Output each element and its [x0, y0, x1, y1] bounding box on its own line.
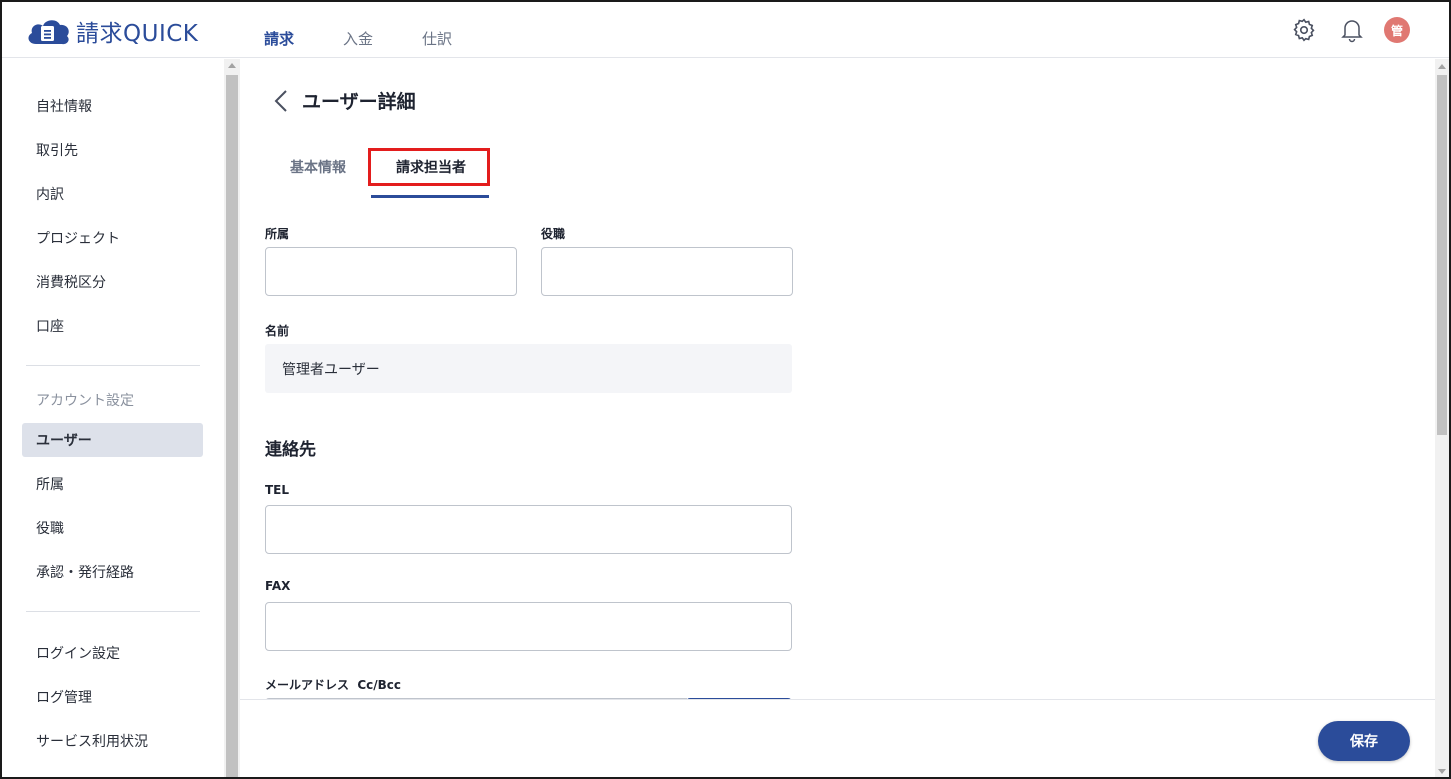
sidebar-item-affiliation[interactable]: 所属: [22, 467, 203, 501]
sidebar-item-breakdown[interactable]: 内訳: [22, 177, 203, 211]
position-field[interactable]: [541, 247, 793, 296]
sidebar-item-tax-category[interactable]: 消費税区分: [22, 265, 203, 299]
app-logo[interactable]: 請求QUICK: [24, 14, 198, 48]
tel-label: TEL: [265, 483, 290, 497]
sidebar-item-login-settings[interactable]: ログイン設定: [22, 636, 203, 670]
app-logo-text: 請求QUICK: [76, 21, 199, 47]
sidebar-item-company-info[interactable]: 自社情報: [22, 89, 203, 123]
sidebar-heading-account-settings: アカウント設定: [36, 393, 134, 409]
sidebar-item-projects[interactable]: プロジェクト: [22, 221, 203, 255]
active-tab-indicator: [371, 195, 489, 198]
tab-basic-info[interactable]: 基本情報: [290, 157, 346, 177]
tel-field[interactable]: [265, 505, 792, 554]
sidebar-item-users[interactable]: ユーザー: [22, 423, 203, 457]
fax-label: FAX: [265, 579, 291, 593]
contact-section-title: 連絡先: [265, 440, 316, 460]
sidebar-item-accounts[interactable]: 口座: [22, 309, 203, 343]
nav-payment[interactable]: 入金: [343, 28, 373, 49]
sidebar: 自社情報 取引先 内訳 プロジェクト 消費税区分 口座 アカウント設定 ユーザー…: [2, 59, 224, 777]
user-avatar[interactable]: 管: [1384, 17, 1410, 43]
main-content: ユーザー詳細 基本情報 請求担当者 所属 役職 名前 管理者ユーザー 連絡先 T…: [240, 59, 1435, 708]
cloud-document-logo-icon: [28, 20, 69, 45]
affiliation-label: 所属: [265, 227, 290, 241]
top-header: 請求QUICK 請求 入金 仕訳 管: [2, 2, 1449, 58]
notification-bell-icon[interactable]: [1338, 16, 1366, 44]
scroll-up-arrow-icon[interactable]: [228, 63, 236, 68]
sidebar-item-log-management[interactable]: ログ管理: [22, 680, 203, 714]
nav-billing[interactable]: 請求: [264, 28, 294, 49]
sidebar-scrollbar-thumb[interactable]: [226, 75, 238, 777]
settings-gear-icon[interactable]: [1290, 16, 1318, 44]
sidebar-divider: [26, 365, 200, 366]
back-chevron-icon[interactable]: [271, 88, 291, 114]
main-scrollbar[interactable]: [1435, 59, 1449, 777]
fax-field[interactable]: [265, 602, 792, 651]
tab-billing-contact[interactable]: 請求担当者: [396, 157, 466, 177]
sidebar-item-positions[interactable]: 役職: [22, 511, 203, 545]
footer-bar: 保存: [240, 699, 1435, 777]
sidebar-divider: [26, 611, 200, 612]
sidebar-item-clients[interactable]: 取引先: [22, 133, 203, 167]
position-label: 役職: [541, 227, 566, 241]
page-title: ユーザー詳細: [302, 91, 416, 113]
sidebar-item-service-usage[interactable]: サービス利用状況: [22, 724, 203, 758]
app-window: 請求QUICK 請求 入金 仕訳 管 自社情報 取引先 内訳 プロジェクト 消費…: [0, 0, 1451, 779]
name-value: 管理者ユーザー: [265, 344, 792, 393]
save-button[interactable]: 保存: [1318, 721, 1410, 761]
nav-journal[interactable]: 仕訳: [422, 28, 452, 49]
sidebar-scrollbar[interactable]: [224, 59, 240, 777]
name-label: 名前: [265, 324, 290, 338]
affiliation-field[interactable]: [265, 247, 517, 296]
sidebar-item-approval-route[interactable]: 承認・発行経路: [22, 555, 203, 589]
scroll-down-arrow-icon[interactable]: [1438, 769, 1446, 774]
main-scrollbar-thumb[interactable]: [1437, 75, 1447, 435]
email-label: メールアドレス Cc/Bcc: [265, 678, 402, 692]
scroll-up-arrow-icon[interactable]: [1438, 64, 1446, 69]
main-nav: 請求 入金 仕訳: [264, 28, 501, 49]
